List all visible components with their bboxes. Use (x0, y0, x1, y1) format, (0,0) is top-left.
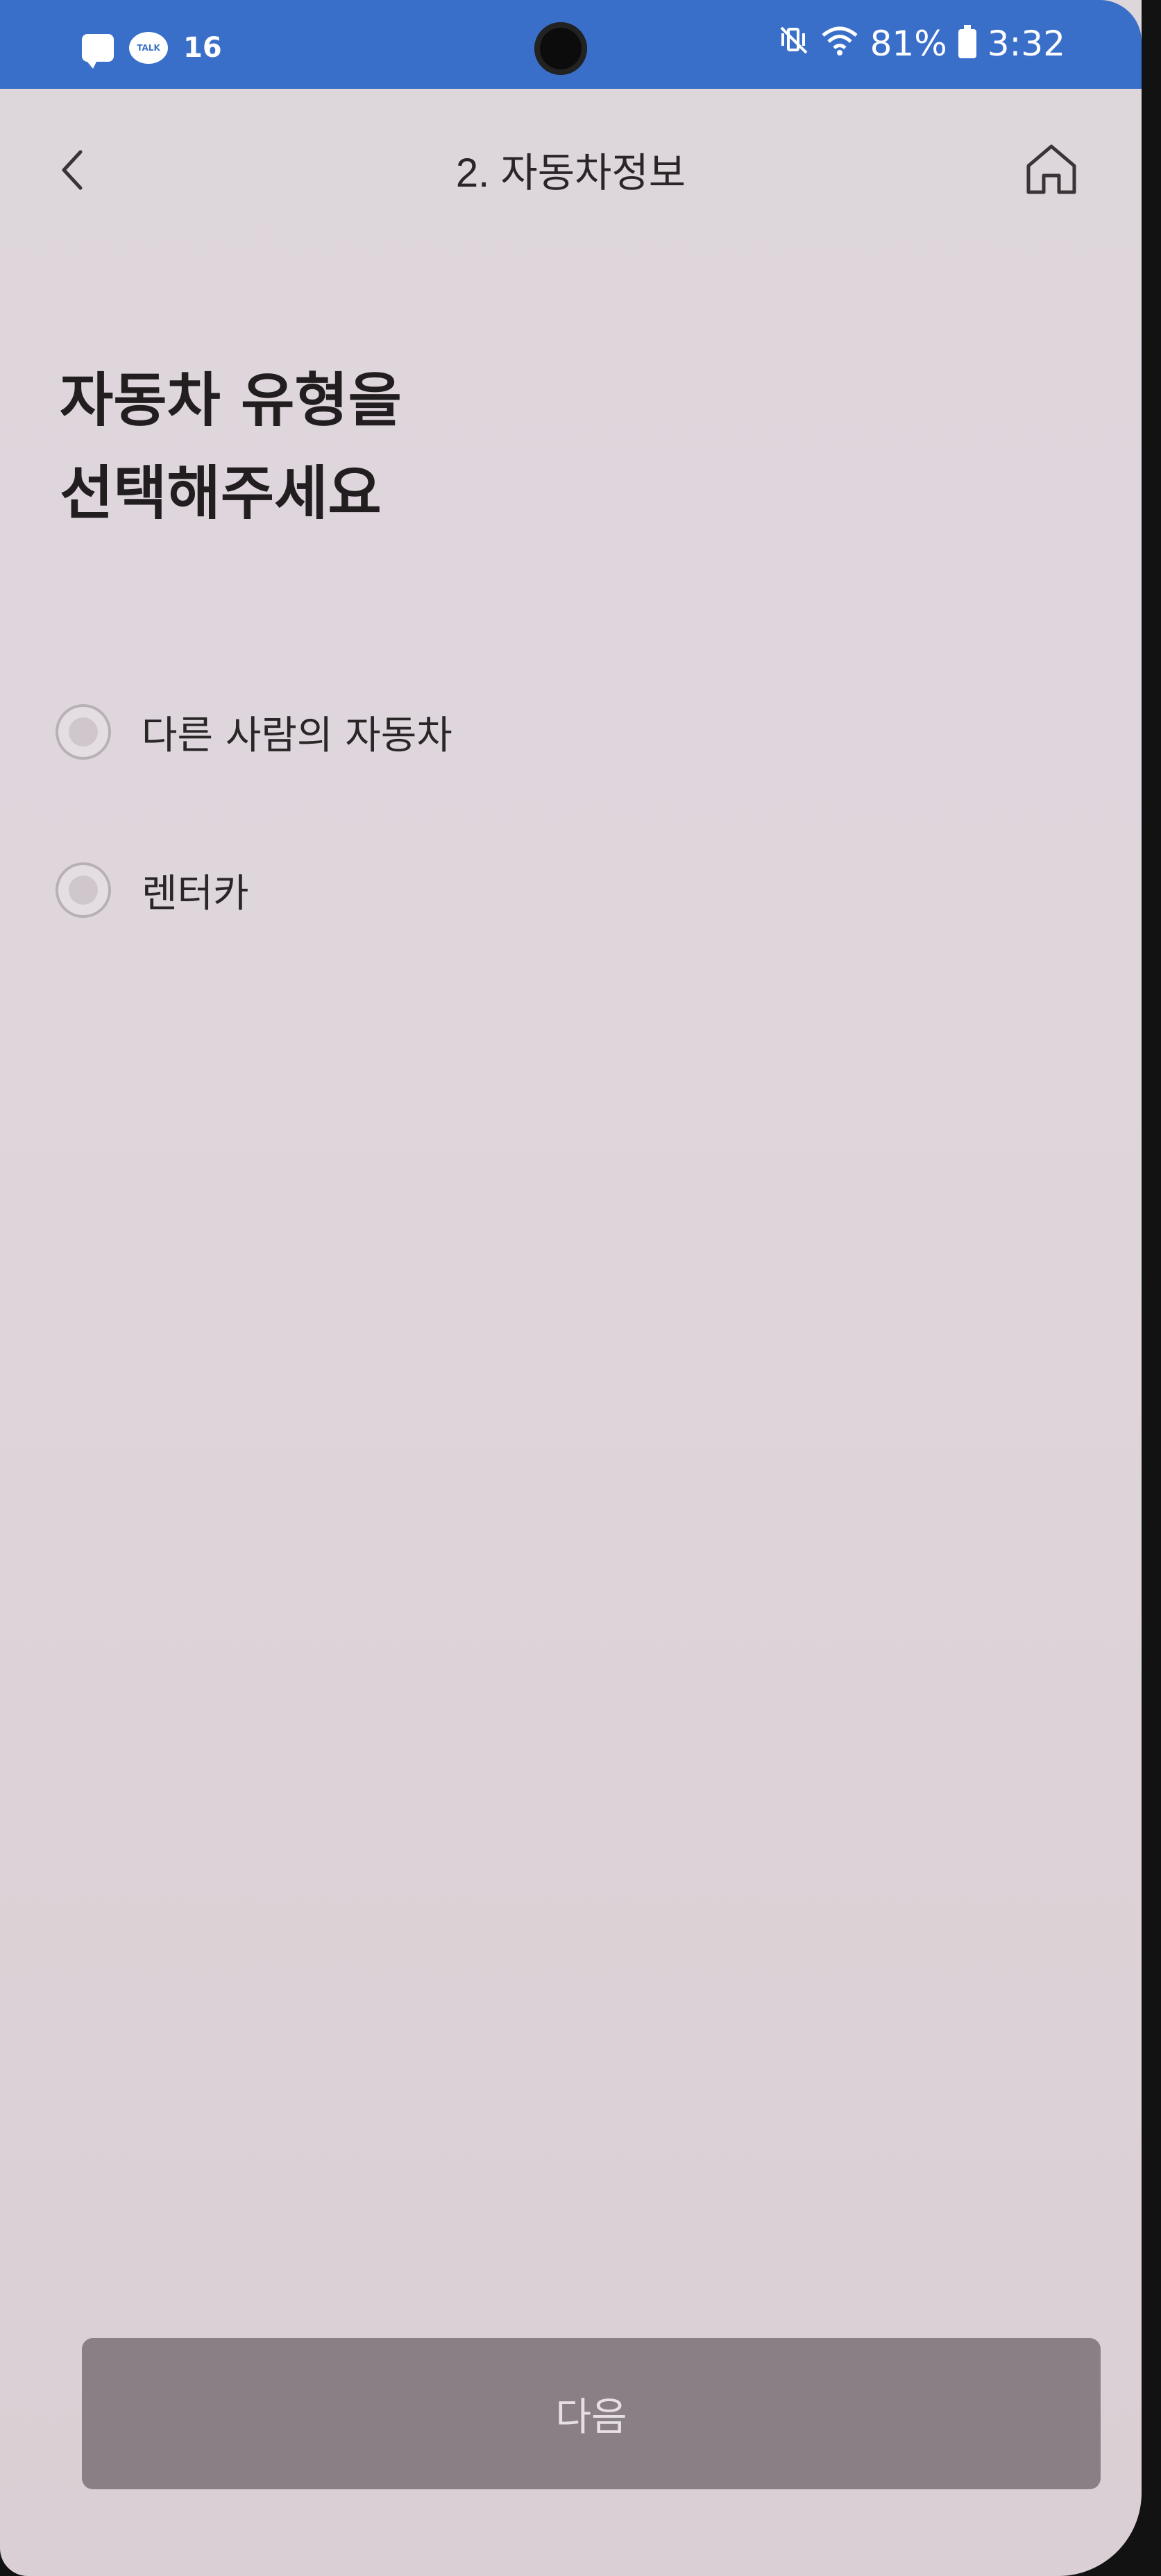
heading-line-2: 선택해주세요 (60, 459, 382, 527)
message-icon (82, 34, 114, 69)
talk-badge-label: TALK (137, 43, 160, 53)
vibrate-icon (779, 25, 809, 62)
radio-dot (69, 876, 98, 905)
question-heading: 자동차 유형을 선택해주세요 (60, 354, 892, 540)
next-button[interactable]: 다음 (82, 2338, 1101, 2489)
status-time: 3:32 (987, 24, 1065, 64)
heading-line-1: 자동차 유형을 (60, 366, 402, 434)
kakaotalk-icon: TALK (129, 32, 168, 64)
option-other-person-car[interactable]: 다른 사람의 자동차 (56, 690, 680, 774)
battery-percent: 81% (870, 24, 947, 64)
app-screen: TALK 16 81% 3:32 2. 자동차정보 자동차 유형을 선택해주세요… (0, 0, 1142, 2576)
status-bar: TALK 16 81% 3:32 (0, 0, 1142, 89)
page-title: 2. 자동차정보 (455, 151, 686, 196)
option-rental-car[interactable]: 렌터카 (56, 848, 680, 932)
status-bar-system: 81% 3:32 (779, 24, 1065, 64)
app-header: 2. 자동차정보 (0, 90, 1142, 250)
option-label: 다른 사람의 자동차 (142, 713, 452, 758)
option-label: 렌터카 (142, 871, 249, 916)
wifi-icon (820, 24, 859, 63)
radio-button[interactable] (56, 862, 111, 918)
home-button[interactable] (1013, 130, 1090, 207)
battery-icon (958, 25, 976, 58)
notification-count: 16 (183, 32, 222, 64)
front-camera (534, 22, 587, 75)
phone-frame: TALK 16 81% 3:32 2. 자동차정보 자동차 유형을 선택해주세요… (0, 0, 1161, 2576)
status-bar-notifications: TALK 16 (82, 32, 222, 69)
radio-button[interactable] (56, 704, 111, 760)
home-icon (1026, 144, 1076, 194)
radio-dot (69, 717, 98, 747)
